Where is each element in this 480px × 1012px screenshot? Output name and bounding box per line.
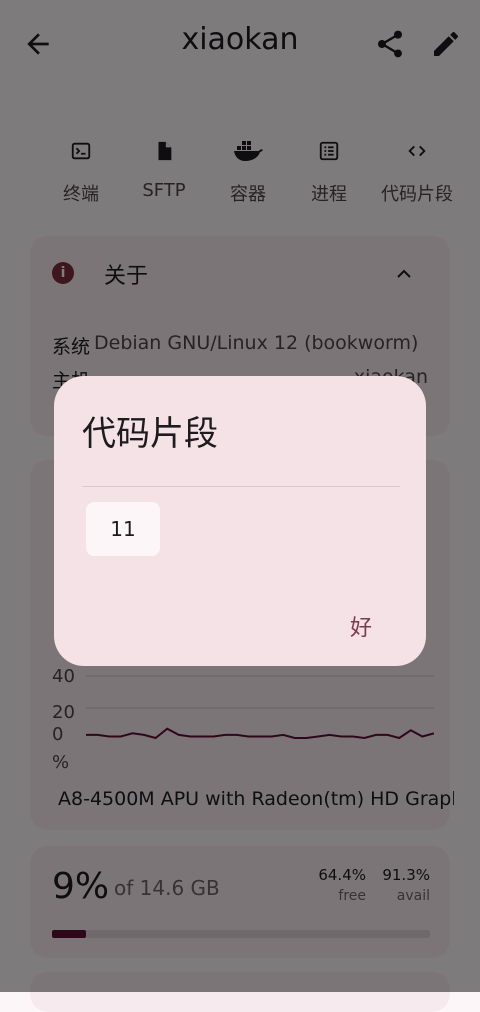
snippets-dialog: 代码片段 11 好 bbox=[54, 376, 426, 666]
dialog-divider bbox=[82, 486, 400, 487]
ok-button[interactable]: 好 bbox=[350, 610, 372, 642]
snippet-chip[interactable]: 11 bbox=[86, 502, 160, 556]
dialog-title: 代码片段 bbox=[82, 414, 218, 454]
